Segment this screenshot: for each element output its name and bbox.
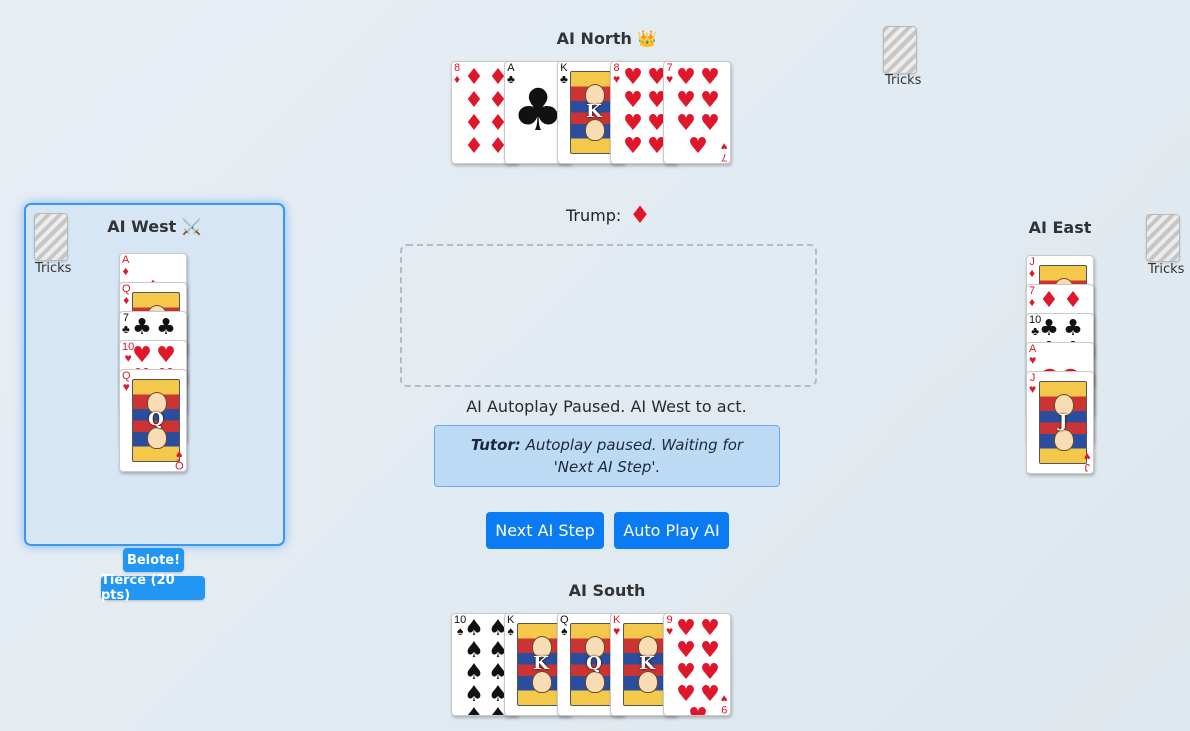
card-corner: 7 ♥: [666, 63, 674, 86]
card-corner: 8 ♦: [454, 63, 461, 86]
tierce-badge: Tierce (20 pts): [101, 573, 205, 603]
west-player-panel: Tricks AI West ⚔️ A♦♦A♦Q♦QQ♦7♣♣♣♣♣♣♣♣7♣1…: [24, 203, 285, 546]
card-suit-icon: ♠: [561, 624, 568, 638]
card-corner: 8 ♥: [613, 63, 621, 86]
card-suit-icon: ♦: [123, 293, 130, 307]
card-suit-icon: ♥: [613, 624, 621, 638]
playing-card[interactable]: 9♥♥♥♥♥♥♥♥♥♥9♥: [663, 613, 731, 716]
auto-play-ai-button[interactable]: Auto Play AI: [614, 512, 729, 549]
card-corner: J ♥: [1029, 373, 1037, 396]
east-player-name: AI East: [1028, 218, 1092, 237]
card-corner: J ♦: [1029, 257, 1036, 280]
card-corner-bottom: 7 ♥: [721, 140, 728, 163]
card-suit-icon: ♣: [122, 322, 130, 336]
trick-play-area: [400, 244, 817, 387]
card-pips: ♦ ♦ ♦ ♦ ♦ ♦ ♦ ♦: [464, 64, 508, 160]
north-tricks-label: Tricks: [885, 73, 922, 88]
card-pips: ♠♠♠♠♠♠♠♠♠♠: [464, 616, 508, 716]
west-tricks-pile: [34, 213, 68, 261]
north-player-name: AI North 👑: [556, 29, 658, 48]
card-corner: Q ♥: [122, 371, 131, 394]
tutor-message: Autoplay paused. Waiting for 'Next AI St…: [525, 436, 744, 476]
card-corner-bottom: 9 ♥: [721, 692, 728, 715]
east-tricks-pile: [1146, 214, 1180, 262]
card-corner: 9 ♥: [666, 615, 674, 638]
card-suit-icon: ♥: [1029, 382, 1037, 396]
card-corner: K ♠: [507, 615, 514, 638]
playing-card[interactable]: Q ♥ Q Q ♥: [119, 369, 187, 472]
card-suit-icon: ♦: [1029, 266, 1036, 280]
card-suit-icon: ♣: [560, 72, 568, 86]
card-corner: K ♣: [560, 63, 568, 86]
card-suit-icon: ♥: [122, 380, 130, 394]
card-corner-bottom: J ♥: [1084, 450, 1091, 473]
card-corner: Q ♠: [560, 615, 569, 638]
card-suit-icon: ♥: [613, 72, 621, 86]
next-ai-step-button[interactable]: Next AI Step: [486, 512, 604, 549]
game-status: AI Autoplay Paused. AI West to act.: [466, 397, 747, 416]
card-suit-icon: ♦: [1029, 295, 1036, 309]
card-pips: ♥♥♥♥♥♥♥♥♥: [676, 616, 720, 716]
north-tricks-pile: [883, 26, 917, 74]
playing-card[interactable]: 7 ♥ ♥ ♥ ♥ ♥ ♥ ♥ ♥ 7 ♥: [663, 61, 731, 164]
face-card-portrait: J: [1039, 381, 1087, 464]
tutor-prefix: Tutor:: [470, 436, 521, 454]
card-pips: ♥ ♥ ♥ ♥ ♥ ♥ ♥ ♥: [623, 64, 667, 160]
west-tricks-label: Tricks: [35, 261, 72, 276]
card-suit-icon: ♠: [507, 624, 514, 638]
face-card-portrait: Q: [132, 379, 180, 462]
card-corner: Q ♦: [122, 284, 131, 307]
trump-label: Trump:: [566, 205, 622, 225]
card-suit-icon: ♥: [666, 72, 674, 86]
east-tricks-label: Tricks: [1148, 262, 1185, 277]
trump-indicator: Trump: ♦: [566, 203, 651, 227]
west-player-name: AI West ⚔️: [107, 217, 202, 236]
playing-card[interactable]: J ♥ J J ♥: [1026, 371, 1094, 474]
diamond-icon: ♦: [629, 201, 651, 229]
card-corner: 7 ♦: [1029, 286, 1036, 309]
card-suit-icon: ♦: [454, 72, 461, 86]
card-corner: K ♥: [613, 615, 621, 638]
belote-badge: Belote!: [123, 548, 184, 572]
card-pips: ♥ ♥ ♥ ♥ ♥ ♥ ♥: [676, 64, 720, 160]
card-corner: 7 ♣: [122, 313, 130, 336]
south-player-name: AI South: [568, 581, 646, 600]
card-corner-bottom: Q ♥: [175, 448, 184, 471]
tutor-message-box: Tutor: Autoplay paused. Waiting for 'Nex…: [434, 425, 780, 487]
card-suit-icon: ♥: [666, 624, 674, 638]
